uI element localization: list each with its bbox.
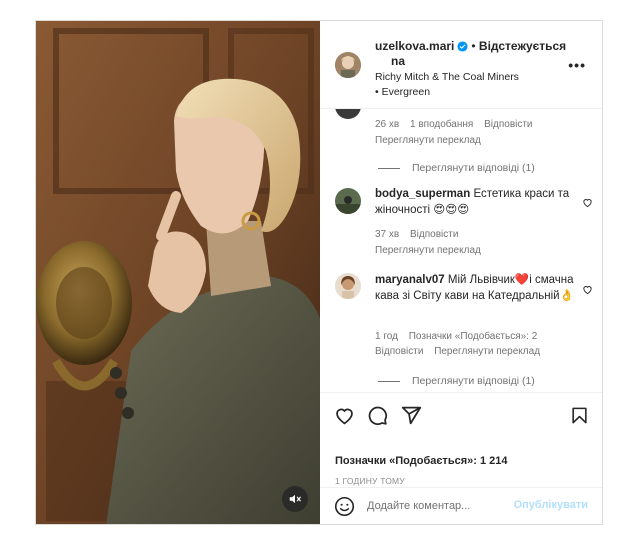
comment-meta-row-2: Відповісти Переглянути переклад	[375, 346, 548, 357]
paper-plane-icon[interactable]	[401, 405, 422, 426]
post-timestamp[interactable]: 1 ГОДИНУ ТОМУ	[335, 476, 405, 486]
publish-button[interactable]: Опублікувати	[514, 499, 588, 511]
avatar[interactable]	[335, 188, 361, 214]
view-replies-button[interactable]: Переглянути відповіді (1)	[378, 375, 535, 387]
comment-likes[interactable]: 1 вподобання	[410, 119, 473, 130]
comments-list[interactable]: 26 хв 1 вподобання Відповісти Переглянут…	[320, 109, 602, 393]
see-translation-button[interactable]: Переглянути переклад	[434, 346, 540, 357]
comment-icon[interactable]	[367, 405, 388, 426]
comment-meta: 37 хв Відповісти	[375, 229, 466, 240]
comment-time: 1 год	[375, 331, 398, 342]
comment-username[interactable]: bodya_superman	[375, 188, 470, 200]
view-replies-label: Переглянути відповіді (1)	[412, 162, 535, 174]
divider	[378, 167, 400, 169]
comment-time: 37 хв	[375, 229, 400, 240]
heart-icon[interactable]	[582, 284, 593, 295]
more-options-button[interactable]: •••	[568, 57, 586, 73]
username-continuation[interactable]: na	[391, 54, 405, 68]
instagram-post: uzelkova.mari • Відстежується na Richy Mi…	[35, 20, 603, 525]
post-header: uzelkova.mari • Відстежується na Richy Mi…	[320, 21, 602, 109]
view-replies-button[interactable]: Переглянути відповіді (1)	[378, 162, 535, 174]
following-button[interactable]: Відстежується	[479, 39, 566, 53]
divider	[378, 380, 400, 382]
see-translation-button[interactable]: Переглянути переклад	[375, 245, 481, 256]
comment-meta-row-2: Переглянути переклад	[375, 245, 489, 256]
comment-composer: Опублікувати	[320, 487, 602, 524]
action-bar	[320, 393, 602, 441]
comment-input[interactable]	[367, 497, 507, 515]
comment-meta: 1 год Позначки «Подобається»: 2	[375, 331, 545, 342]
comment-username[interactable]: maryanalv07	[375, 274, 445, 286]
likes-count[interactable]: Позначки «Подобається»: 1 214	[335, 455, 507, 467]
see-translation-button[interactable]: Переглянути переклад	[375, 135, 481, 146]
reply-button[interactable]: Відповісти	[410, 229, 458, 240]
separator-dot: •	[471, 39, 476, 53]
view-replies-label: Переглянути відповіді (1)	[412, 375, 535, 387]
bookmark-icon[interactable]	[570, 405, 589, 426]
comment-meta: 26 хв 1 вподобання Відповісти	[375, 119, 541, 130]
avatar[interactable]	[335, 273, 361, 299]
comment-body: bodya_superman Естетика краси та жіночно…	[375, 186, 575, 218]
comment-meta-row-2: Переглянути переклад	[375, 135, 489, 146]
header-user-line: uzelkova.mari • Відстежується	[375, 38, 575, 54]
speaker-muted-icon	[289, 494, 301, 504]
post-side-panel: uzelkova.mari • Відстежується na Richy Mi…	[320, 21, 602, 524]
mute-button[interactable]	[282, 486, 308, 512]
verified-badge-icon	[457, 41, 468, 52]
avatar[interactable]	[335, 52, 361, 78]
post-photo	[36, 21, 320, 524]
post-video[interactable]	[36, 21, 320, 524]
heart-icon[interactable]	[582, 197, 593, 208]
heart-icon[interactable]	[334, 405, 355, 426]
avatar[interactable]	[335, 109, 361, 119]
audio-track-link[interactable]: Richy Mitch & The Coal Miners • Evergree…	[375, 70, 525, 100]
reply-button[interactable]: Відповісти	[484, 119, 532, 130]
username-link[interactable]: uzelkova.mari	[375, 39, 454, 53]
reply-button[interactable]: Відповісти	[375, 346, 423, 357]
smiley-icon[interactable]	[334, 496, 355, 517]
comment-likes[interactable]: Позначки «Подобається»: 2	[409, 331, 538, 342]
comment-body: maryanalv07 Мій Львівчик❤️і смачна кава …	[375, 272, 580, 304]
comment-time: 26 хв	[375, 119, 400, 130]
